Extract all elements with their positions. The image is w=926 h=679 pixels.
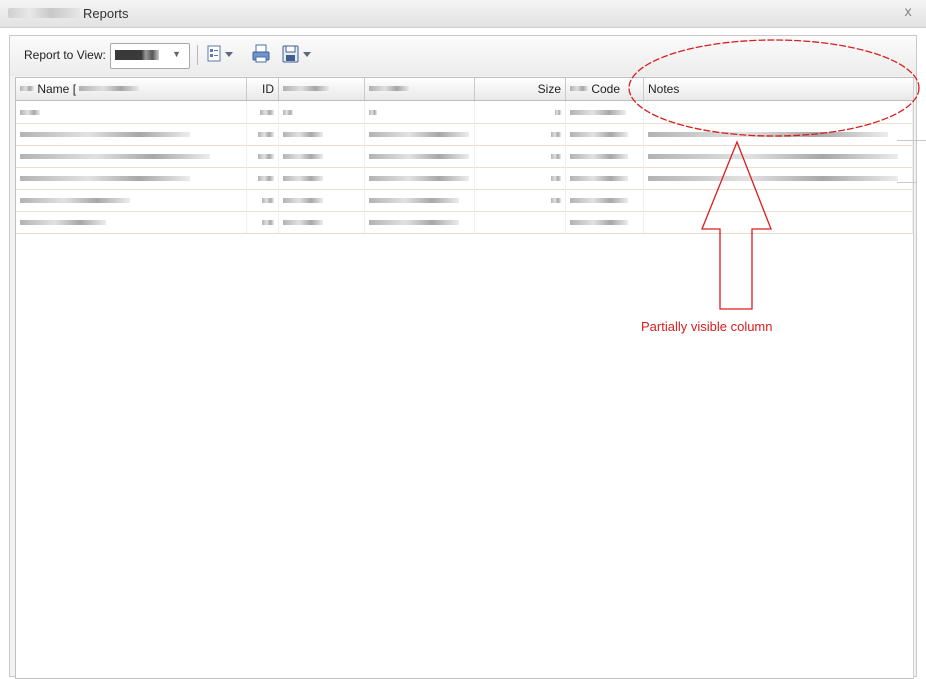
annotation-ellipse [628,39,920,137]
annotation-arrow-icon [701,140,772,310]
annotation-overlay [628,39,920,310]
annotation-label: Partially visible column [641,319,773,334]
